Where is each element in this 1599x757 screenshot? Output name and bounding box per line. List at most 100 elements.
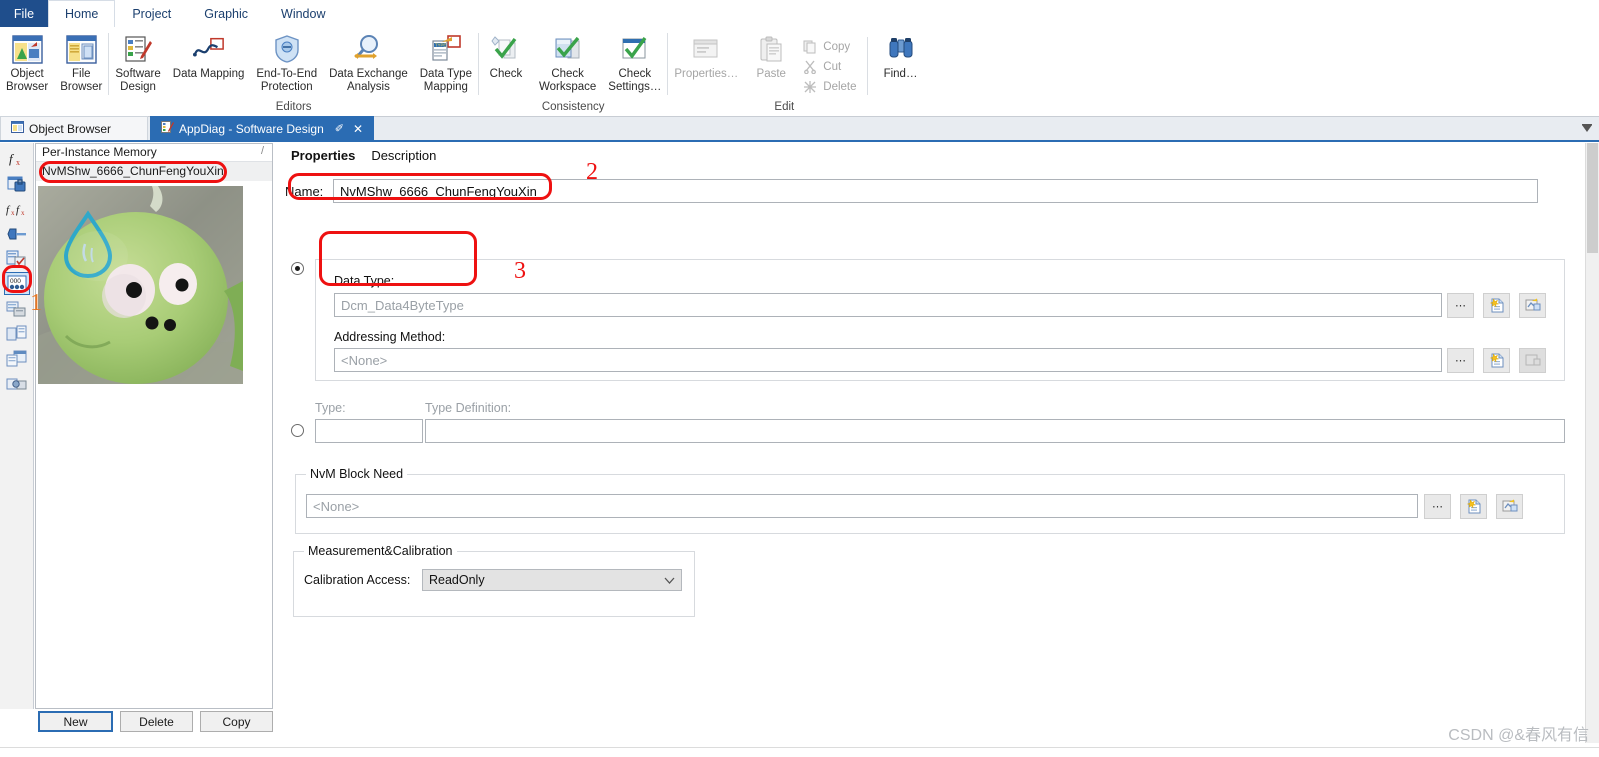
strip-icon-document-check[interactable] bbox=[4, 247, 30, 270]
addressing-method-new-button[interactable] bbox=[1483, 348, 1510, 373]
list-item-selected[interactable]: NvMShw_6666_ChunFengYouXin bbox=[36, 162, 272, 181]
software-design-icon bbox=[122, 33, 154, 65]
ribbon-button-software-design[interactable]: Software Design bbox=[109, 31, 166, 96]
ribbon-label-data-mapping: Data Mapping bbox=[172, 68, 245, 80]
name-input[interactable]: NvMShw_6666_ChunFengYouXin bbox=[333, 179, 1538, 203]
ribbon-group-label-browsers bbox=[0, 99, 108, 115]
strip-icon-pin-port[interactable] bbox=[4, 222, 30, 245]
strip-icon-per-instance-memory[interactable]: 000 bbox=[3, 272, 30, 295]
properties-panel: Properties Description Name: NvMShw_6666… bbox=[277, 143, 1585, 743]
ribbon-button-delete[interactable]: Delete bbox=[798, 77, 860, 97]
ribbon-button-object-browser[interactable]: Object Browser bbox=[0, 31, 54, 96]
radio-type-definition-option[interactable] bbox=[291, 424, 304, 437]
document-tab-object-browser[interactable]: Object Browser bbox=[0, 116, 148, 140]
nvm-block-need-browse-button[interactable]: ⋯ bbox=[1424, 494, 1451, 519]
ribbon-button-copy[interactable]: Copy bbox=[798, 37, 860, 57]
new-button[interactable]: New bbox=[38, 711, 113, 732]
document-tab-label: Object Browser bbox=[29, 121, 112, 136]
nvm-block-need-title: NvM Block Need bbox=[306, 467, 408, 481]
type-definition-input[interactable] bbox=[425, 419, 1565, 443]
type-input[interactable] bbox=[315, 419, 423, 443]
close-tab-icon[interactable]: ✕ bbox=[353, 122, 363, 136]
ribbon-label-cut: Cut bbox=[823, 61, 842, 73]
list-panel-action-buttons: New Delete Copy bbox=[38, 711, 273, 733]
svg-text:x: x bbox=[11, 209, 15, 217]
pin-tab-icon[interactable]: ✐ bbox=[335, 122, 344, 135]
ribbon-label-check-settings: Check Settings… bbox=[608, 68, 662, 93]
menu-item-home[interactable]: Home bbox=[48, 0, 116, 27]
nvm-block-need-input[interactable]: <None> bbox=[306, 494, 1418, 518]
ribbon-button-data-exchange-analysis[interactable]: Data Exchange Analysis bbox=[323, 31, 414, 96]
nvm-block-need-goto-button[interactable] bbox=[1496, 494, 1523, 519]
option-b-radio[interactable] bbox=[291, 424, 304, 442]
menu-item-graphic[interactable]: Graphic bbox=[187, 0, 265, 27]
software-design-icon bbox=[161, 121, 174, 136]
tab-description[interactable]: Description bbox=[363, 146, 444, 165]
ribbon-button-check-settings[interactable]: Check Settings… bbox=[602, 31, 667, 96]
menu-item-window[interactable]: Window bbox=[264, 0, 342, 27]
ribbon-group-browsers: Object Browser File Browser bbox=[0, 27, 108, 116]
strip-icon-function-pair[interactable]: f x f x bbox=[4, 197, 30, 220]
list-panel-header-mark: / bbox=[260, 145, 264, 157]
ribbon-button-check[interactable]: Check bbox=[479, 31, 533, 83]
copy-icon bbox=[802, 39, 818, 55]
object-browser-icon bbox=[11, 33, 43, 65]
strip-icon-gear-blocks[interactable] bbox=[4, 372, 30, 395]
addressing-method-goto-button[interactable] bbox=[1519, 348, 1546, 373]
tab-properties[interactable]: Properties bbox=[283, 146, 363, 165]
type-definition-label: Type Definition: bbox=[425, 401, 512, 415]
copy-button[interactable]: Copy bbox=[200, 711, 273, 732]
properties-icon bbox=[690, 33, 722, 65]
list-panel-header-label: Per-Instance Memory bbox=[42, 145, 157, 159]
tool-icon-strip: f x f x f x 000 bbox=[0, 143, 34, 709]
object-browser-icon bbox=[11, 121, 24, 136]
ribbon-button-file-browser[interactable]: File Browser bbox=[54, 31, 108, 96]
ribbon-button-end-to-end-protection[interactable]: End-To-End Protection bbox=[250, 31, 323, 96]
annotation-number-3: 3 bbox=[514, 258, 526, 284]
nvm-block-need-new-button[interactable] bbox=[1460, 494, 1487, 519]
ribbon-button-properties[interactable]: Properties… bbox=[668, 31, 744, 83]
svg-text:x: x bbox=[21, 209, 25, 217]
ribbon-button-data-mapping[interactable]: Data Mapping bbox=[167, 31, 251, 83]
addressing-method-browse-button[interactable]: ⋯ bbox=[1447, 348, 1474, 373]
ribbon-button-paste[interactable]: Paste bbox=[744, 31, 798, 83]
document-tab-appdiag-software-design[interactable]: AppDiag - Software Design ✐ ✕ bbox=[150, 116, 375, 140]
document-tab-label: AppDiag - Software Design bbox=[179, 121, 324, 136]
strip-icon-function-x[interactable]: f x bbox=[4, 147, 30, 170]
ribbon-button-check-workspace[interactable]: Check Workspace bbox=[533, 31, 602, 96]
menu-item-file[interactable]: File bbox=[0, 0, 48, 27]
annotation-number-1: 1 bbox=[30, 290, 42, 316]
radio-data-type-option[interactable] bbox=[291, 262, 304, 275]
annotation-number-2: 2 bbox=[586, 159, 598, 185]
ribbon-button-find[interactable]: Find… bbox=[874, 31, 928, 83]
ribbon-button-data-type-mapping[interactable]: TYPE Data Type Mapping bbox=[414, 31, 478, 96]
data-type-goto-button[interactable] bbox=[1519, 293, 1546, 318]
watermark-text: CSDN @&春风有信 bbox=[1448, 727, 1589, 744]
strip-icon-server-stack[interactable] bbox=[4, 297, 30, 320]
data-type-new-button[interactable] bbox=[1483, 293, 1510, 318]
edit-small-button-stack: Copy Cut Delete bbox=[798, 31, 860, 97]
strip-icon-table-blocks[interactable] bbox=[4, 347, 30, 370]
menu-bar: File Home Project Graphic Window bbox=[0, 0, 1599, 27]
addressing-method-input[interactable]: <None> bbox=[334, 348, 1442, 372]
strip-icon-locked-table[interactable] bbox=[4, 172, 30, 195]
calibration-access-select[interactable]: ReadOnly bbox=[422, 569, 682, 591]
strip-icon-copy-blocks[interactable] bbox=[4, 322, 30, 345]
ribbon-button-cut[interactable]: Cut bbox=[798, 57, 860, 77]
data-type-browse-button[interactable]: ⋯ bbox=[1447, 293, 1474, 318]
option-a-radio[interactable] bbox=[291, 262, 304, 280]
scrollbar-thumb[interactable] bbox=[1587, 143, 1598, 253]
menu-item-project[interactable]: Project bbox=[115, 0, 188, 27]
data-type-input[interactable]: Dcm_Data4ByteType bbox=[334, 293, 1442, 317]
application-window: File Home Project Graphic Window Object … bbox=[0, 0, 1599, 757]
check-settings-icon bbox=[619, 33, 651, 65]
measurement-calibration-group: Measurement&Calibration Calibration Acce… bbox=[293, 544, 695, 617]
delete-button[interactable]: Delete bbox=[120, 711, 193, 732]
check-icon bbox=[490, 33, 522, 65]
chevron-down-icon[interactable] bbox=[1575, 116, 1599, 140]
vertical-scrollbar[interactable] bbox=[1585, 143, 1599, 743]
find-binoculars-icon bbox=[885, 33, 917, 65]
ribbon-label-object-browser: Object Browser bbox=[6, 68, 49, 93]
cut-scissors-icon bbox=[802, 59, 818, 75]
svg-text:x: x bbox=[16, 158, 20, 167]
